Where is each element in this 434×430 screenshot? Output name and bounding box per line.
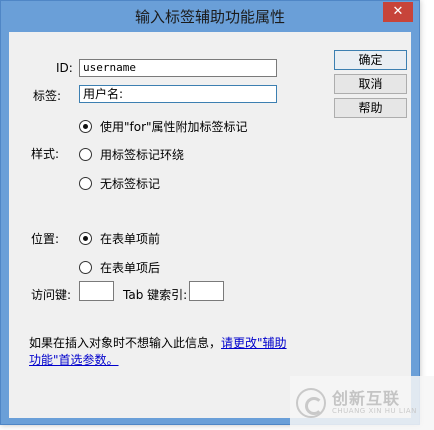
cancel-button[interactable]: 取消 xyxy=(334,74,407,94)
style-option-label: 用标签标记环绕 xyxy=(100,148,185,162)
close-button[interactable]: ✕ xyxy=(383,2,413,22)
position-radio-after[interactable]: 在表单项后 xyxy=(79,259,160,276)
radio-checked[interactable] xyxy=(79,232,92,245)
id-label: ID: xyxy=(56,61,73,75)
radio-unchecked[interactable] xyxy=(79,261,92,274)
title-bar[interactable]: 输入标签辅助功能属性 ✕ xyxy=(1,1,419,31)
style-label: 样式: xyxy=(31,147,60,161)
label-label: 标签: xyxy=(33,89,62,103)
style-radio-wrap[interactable]: 用标签标记环绕 xyxy=(79,146,184,163)
access-key-input[interactable] xyxy=(79,281,114,301)
tab-index-input[interactable] xyxy=(189,281,224,301)
tab-index-label: Tab 键索引: xyxy=(123,288,188,302)
position-option-label: 在表单项前 xyxy=(100,232,161,246)
style-option-label: 无标签标记 xyxy=(100,177,161,191)
note-text: 如果在插入对象时不想输入此信息， xyxy=(29,336,222,350)
style-radio-for-attribute[interactable]: 使用"for"属性附加标签标记 xyxy=(79,118,248,135)
help-button[interactable]: 帮助 xyxy=(334,98,407,118)
radio-unchecked[interactable] xyxy=(79,148,92,161)
dialog-body: ID: username 标签: 用户名: 使用"for"属性附加标签标记 样式… xyxy=(9,32,411,418)
dialog-window: 输入标签辅助功能属性 ✕ ID: username 标签: 用户名: 使用"fo… xyxy=(0,0,420,425)
id-input[interactable]: username xyxy=(79,59,277,77)
watermark-text: 创新互联 CHUANG XIN HU LIAN xyxy=(332,390,417,415)
position-option-label: 在表单项后 xyxy=(100,261,161,275)
radio-unchecked[interactable] xyxy=(79,177,92,190)
brand-logo-icon xyxy=(296,388,326,418)
style-radio-none[interactable]: 无标签标记 xyxy=(79,175,160,192)
position-label: 位置: xyxy=(31,232,60,246)
ok-button[interactable]: 确定 xyxy=(334,50,407,70)
access-key-label: 访问键: xyxy=(31,288,72,302)
close-icon: ✕ xyxy=(392,4,404,19)
radio-checked[interactable] xyxy=(79,120,92,133)
position-radio-before[interactable]: 在表单项前 xyxy=(79,230,160,247)
label-input[interactable]: 用户名: xyxy=(79,85,277,103)
watermark: 创新互联 CHUANG XIN HU LIAN xyxy=(290,376,434,430)
watermark-name: 创新互联 xyxy=(332,389,401,409)
style-option-label: 使用"for"属性附加标签标记 xyxy=(100,120,248,134)
preference-note: 如果在插入对象时不想输入此信息，请更改"辅助功能"首选参数。 xyxy=(29,335,289,369)
watermark-subtitle: CHUANG XIN HU LIAN xyxy=(332,406,417,415)
dialog-title: 输入标签辅助功能属性 xyxy=(134,7,285,26)
